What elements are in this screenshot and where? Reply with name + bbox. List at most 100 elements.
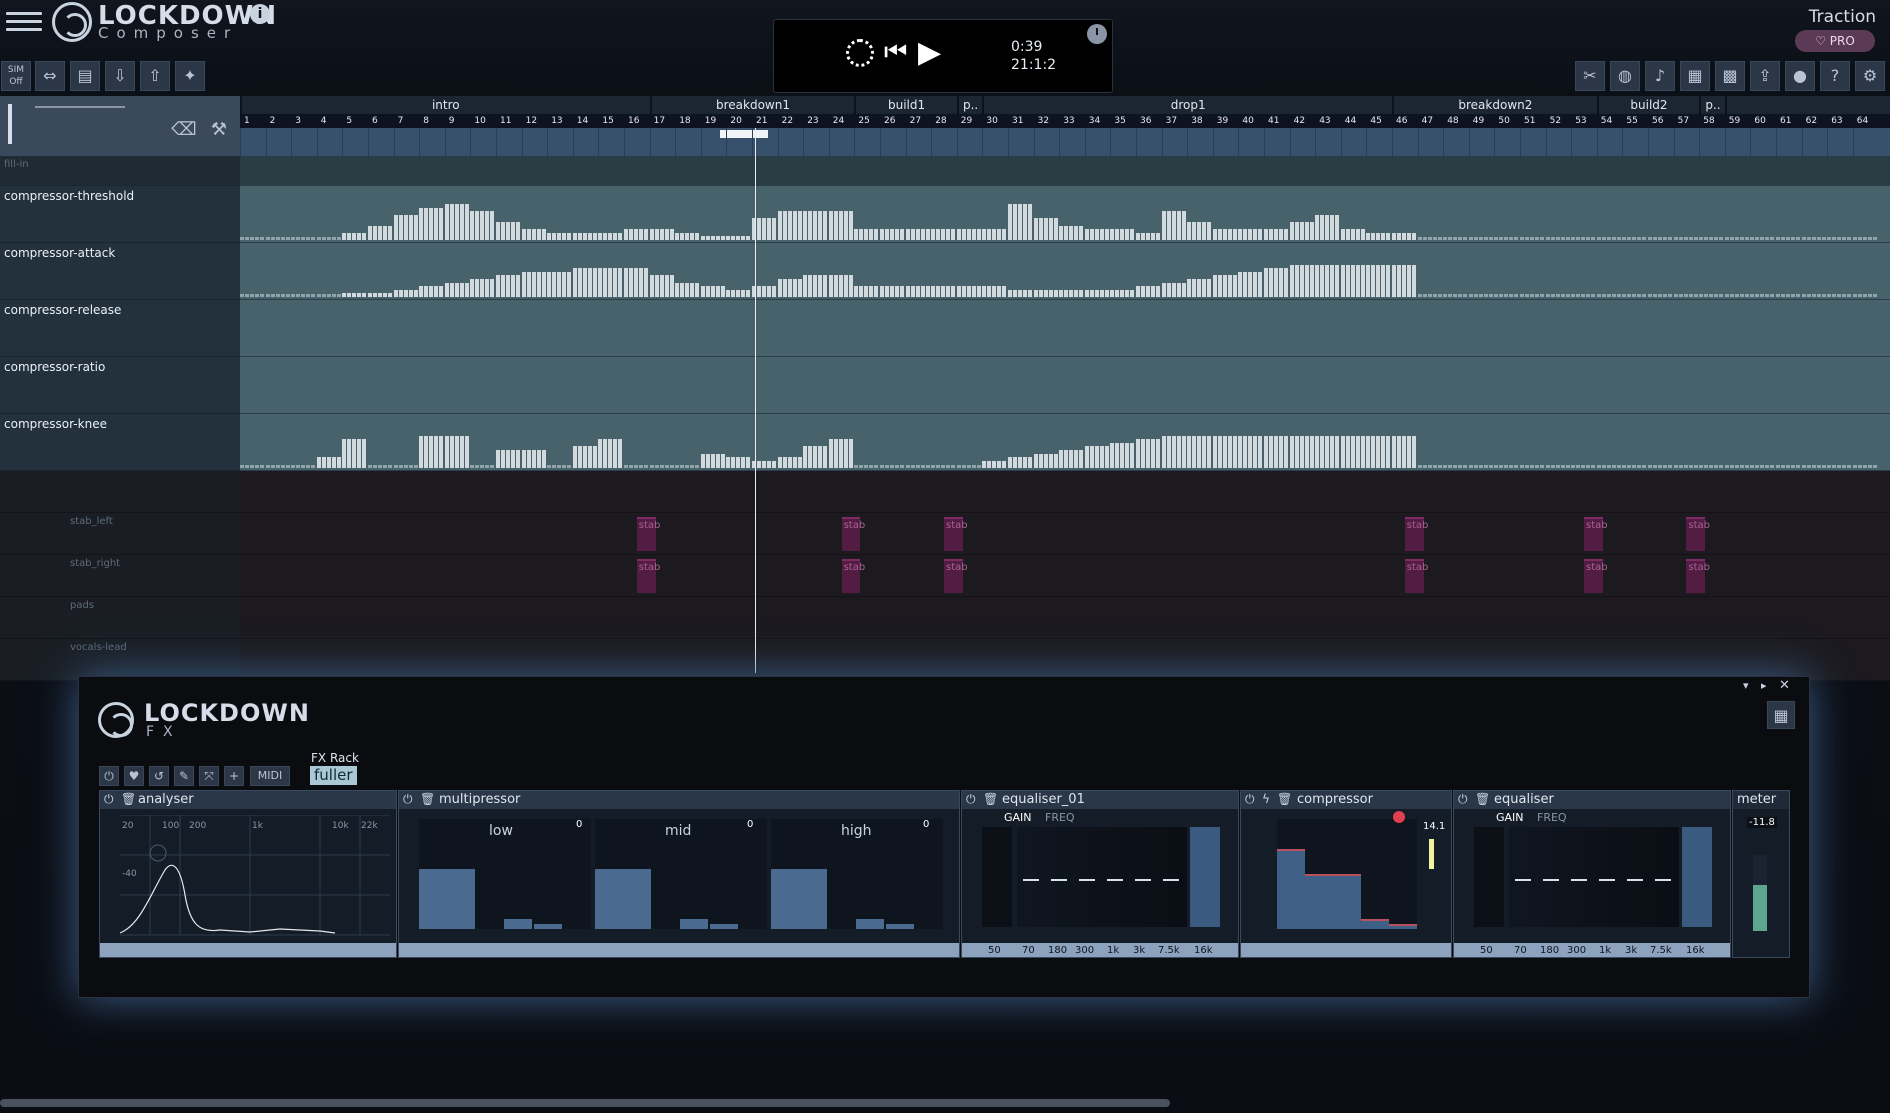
- trash-icon[interactable]: 🗑: [121, 792, 136, 806]
- section-marker-empty[interactable]: [1724, 96, 1879, 114]
- magic-wand-icon[interactable]: ⚒: [205, 116, 233, 144]
- help-icon[interactable]: ?: [1820, 61, 1850, 91]
- track-header[interactable]: fill-in: [0, 156, 240, 186]
- power-icon[interactable]: ⏻: [1458, 792, 1468, 807]
- track-header[interactable]: stab_right: [0, 555, 240, 597]
- swap-icon[interactable]: ⇔: [35, 61, 65, 91]
- section-marker[interactable]: drop1: [982, 96, 1392, 114]
- freq-label[interactable]: FREQ: [1537, 811, 1567, 824]
- track-header[interactable]: vocals-lead: [0, 639, 240, 681]
- track-header[interactable]: compressor-release: [0, 300, 240, 357]
- horizontal-scrollbar[interactable]: [0, 1099, 1170, 1107]
- clock-icon[interactable]: [1087, 24, 1107, 44]
- eq-band-faders[interactable]: [1509, 827, 1679, 927]
- automation-lane[interactable]: [240, 243, 1890, 300]
- pro-badge[interactable]: ♡ PRO: [1795, 30, 1875, 52]
- midi-button[interactable]: MIDI: [250, 766, 290, 786]
- track-header[interactable]: pads: [0, 597, 240, 639]
- menu-icon[interactable]: [6, 7, 42, 33]
- high-band[interactable]: high 0: [771, 819, 943, 929]
- automation-lane[interactable]: [240, 186, 1890, 243]
- freq-label[interactable]: FREQ: [1045, 811, 1075, 824]
- midi-lane[interactable]: stab stab stab stab stab stab: [240, 555, 1890, 597]
- plugin-scrollbar[interactable]: [399, 943, 959, 957]
- keyboard-icon[interactable]: ▦: [1680, 61, 1710, 91]
- new-file-icon[interactable]: ▤: [70, 61, 100, 91]
- power-icon[interactable]: ⏻: [104, 792, 114, 807]
- track-header[interactable]: compressor-ratio: [0, 357, 240, 414]
- midi-clip[interactable]: stab: [944, 559, 968, 593]
- eq-band-faders[interactable]: [1017, 827, 1187, 927]
- grid-icon[interactable]: ▩: [1715, 61, 1745, 91]
- section-marker[interactable]: p..: [1699, 96, 1725, 114]
- automation-lane[interactable]: [240, 156, 1890, 186]
- midi-lane[interactable]: stab stab stab stab stab stab: [240, 513, 1890, 555]
- popout-icon[interactable]: ▸: [1761, 679, 1773, 692]
- collapse-icon[interactable]: ⤧: [199, 766, 219, 786]
- mid-band[interactable]: mid 0: [595, 819, 767, 929]
- upload-icon[interactable]: ⇧: [140, 61, 170, 91]
- settings-gear-icon[interactable]: ⚙: [1855, 61, 1885, 91]
- heart-icon[interactable]: ♥: [124, 766, 144, 786]
- automation-curve[interactable]: [240, 204, 1890, 240]
- play-button[interactable]: ▶: [918, 35, 941, 70]
- midi-clip[interactable]: stab: [636, 517, 660, 551]
- section-marker[interactable]: build1: [854, 96, 956, 114]
- midi-clip[interactable]: stab: [944, 517, 968, 551]
- section-marker[interactable]: build2: [1596, 96, 1699, 114]
- midi-clip[interactable]: stab: [636, 559, 660, 593]
- midi-lane[interactable]: [240, 639, 1890, 681]
- bar-ruler[interactable]: 1 2 3 4 5 6 7 8 9 10 11 12 13 14 15 16 17 18 19 20 21 22 23 24 2…: [240, 114, 1890, 128]
- track-header[interactable]: compressor-knee: [0, 414, 240, 471]
- disc-icon[interactable]: ●: [1785, 61, 1815, 91]
- power-icon[interactable]: ⏻: [966, 792, 976, 807]
- output-gain-fader[interactable]: [1682, 827, 1712, 927]
- midi-clip[interactable]: stab: [841, 517, 865, 551]
- track-header[interactable]: compressor-threshold: [0, 186, 240, 243]
- note-icon[interactable]: ♪: [1645, 61, 1675, 91]
- power-icon[interactable]: ⏻: [403, 792, 413, 807]
- trash-icon[interactable]: 🗑: [1475, 792, 1490, 806]
- record-icon[interactable]: [1393, 811, 1405, 823]
- info-icon[interactable]: i: [250, 4, 270, 24]
- gain-label[interactable]: GAIN: [1004, 811, 1032, 824]
- download-icon[interactable]: ⇩: [105, 61, 135, 91]
- midi-clip[interactable]: stab: [1584, 517, 1608, 551]
- loop-range-bar[interactable]: [240, 128, 1890, 156]
- automation-curve[interactable]: [240, 261, 1890, 297]
- trash-icon[interactable]: 🗑: [420, 792, 435, 806]
- section-marker[interactable]: p..: [956, 96, 983, 114]
- midi-lane[interactable]: [240, 471, 1890, 513]
- sidechain-icon[interactable]: ϟ: [1262, 792, 1270, 806]
- midi-clip[interactable]: stab: [1404, 559, 1428, 593]
- output-gain-fader[interactable]: [1190, 827, 1220, 927]
- edit-icon[interactable]: ✎: [174, 766, 194, 786]
- power-icon[interactable]: ⏻: [1245, 792, 1255, 807]
- gift-icon[interactable]: ✦: [175, 61, 205, 91]
- gain-label[interactable]: GAIN: [1496, 811, 1524, 824]
- low-band[interactable]: low 0: [419, 819, 591, 929]
- rack-grid-icon[interactable]: ▦: [1767, 701, 1795, 729]
- midi-clip[interactable]: stab: [1584, 559, 1608, 593]
- export-icon[interactable]: ⇪: [1750, 61, 1780, 91]
- automation-lane[interactable]: [240, 300, 1890, 357]
- track-header[interactable]: compressor-attack: [0, 243, 240, 300]
- automation-curve[interactable]: [240, 432, 1890, 468]
- plugin-scrollbar[interactable]: [100, 943, 396, 957]
- track-header[interactable]: [0, 471, 240, 513]
- section-marker[interactable]: breakdown1: [649, 96, 855, 114]
- input-gain-fader[interactable]: [982, 827, 1012, 927]
- plugin-scrollbar[interactable]: [1241, 943, 1451, 957]
- track-header[interactable]: stab_left: [0, 513, 240, 555]
- automation-lane[interactable]: [240, 357, 1890, 414]
- close-icon[interactable]: ✕: [1779, 678, 1793, 693]
- drum-icon[interactable]: ◍: [1610, 61, 1640, 91]
- automation-lane[interactable]: [240, 414, 1890, 471]
- compressor-meters[interactable]: [1277, 819, 1417, 929]
- section-marker[interactable]: intro: [240, 96, 650, 114]
- undo-icon[interactable]: ↺: [149, 766, 169, 786]
- trash-icon[interactable]: 🗑: [1277, 792, 1292, 806]
- trash-icon[interactable]: 🗑: [983, 792, 998, 806]
- minimize-icon[interactable]: ▾: [1743, 679, 1755, 692]
- sim-off-button[interactable]: SIM Off: [1, 61, 31, 91]
